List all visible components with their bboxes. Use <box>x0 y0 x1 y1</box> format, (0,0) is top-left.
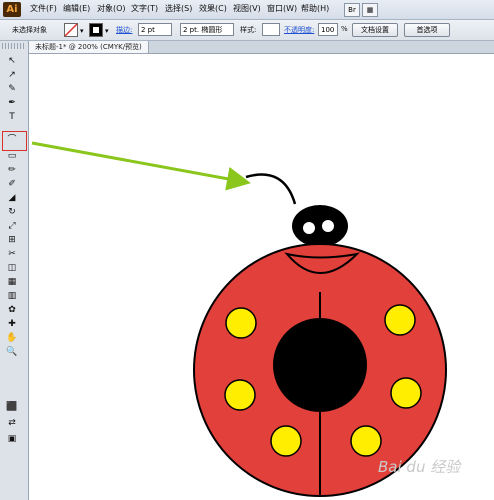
spot <box>224 379 256 411</box>
direct-selection-tool-icon[interactable]: ↗ <box>5 69 19 82</box>
pointer-arrow <box>31 141 251 191</box>
paintbrush-tool-icon[interactable]: ✏ <box>5 164 19 177</box>
menu-edit[interactable]: 编辑(E) <box>63 3 90 14</box>
brush-definition-dropdown[interactable]: 2 pt. 椭圆形 <box>180 23 234 36</box>
ladybug-head <box>292 205 348 247</box>
bridge-icon[interactable]: Br <box>344 3 360 17</box>
blend-tool-icon[interactable]: ✚ <box>5 318 19 331</box>
svg-text:▾: ▾ <box>80 27 84 35</box>
fill-swatch-icon[interactable]: ▾ <box>64 23 88 37</box>
spot <box>390 377 422 409</box>
opacity-unit: % <box>341 25 348 33</box>
screen-mode-icon[interactable]: ▣ <box>5 433 19 446</box>
menu-select[interactable]: 选择(S) <box>165 3 192 14</box>
document-tab-bar: 未标题-1* @ 200% (CMYK/预览) <box>29 41 494 54</box>
symbol-sprayer-tool-icon[interactable]: ✿ <box>5 304 19 317</box>
ladybug-illustration <box>31 141 447 497</box>
menu-object[interactable]: 对象(O) <box>97 3 126 14</box>
center-spot <box>273 318 367 412</box>
spot <box>350 425 382 457</box>
menu-bar: Ai 文件(F) 编辑(E) 对象(O) 文字(T) 选择(S) 效果(C) 视… <box>0 0 494 20</box>
pencil-tool-icon[interactable]: ✐ <box>5 178 19 191</box>
style-swatch[interactable] <box>262 23 280 36</box>
rotate-tool-icon[interactable]: ↻ <box>5 206 19 219</box>
document-setup-button[interactable]: 文档设置 <box>352 23 398 37</box>
column-graph-tool-icon[interactable]: ▦ <box>5 276 19 289</box>
zoom-tool-icon[interactable]: 🔍 <box>5 346 19 359</box>
eraser-tool-icon[interactable]: ◢ <box>5 192 19 205</box>
scissors-tool-icon[interactable]: ✂ <box>5 248 19 261</box>
right-eye <box>322 220 334 232</box>
fill-stroke-icon[interactable]: ⬛ <box>5 401 19 414</box>
stroke-swatch-icon[interactable]: ▾ <box>89 23 113 37</box>
swap-colors-icon[interactable]: ⇄ <box>5 417 19 430</box>
type-tool-icon[interactable]: T <box>5 111 19 124</box>
menu-type[interactable]: 文字(T) <box>131 3 158 14</box>
opacity-label[interactable]: 不透明度: <box>284 25 314 35</box>
spot <box>225 307 257 339</box>
opacity-field[interactable]: 100 <box>318 23 338 36</box>
arc-tool-highlight-box <box>2 131 27 151</box>
watermark: Bai du 经验 <box>378 458 461 476</box>
spot <box>270 425 302 457</box>
scale-tool-icon[interactable]: ⤢ <box>5 220 19 233</box>
menu-help[interactable]: 帮助(H) <box>301 3 329 14</box>
shape-builder-tool-icon[interactable]: ◫ <box>5 262 19 275</box>
stroke-label[interactable]: 描边: <box>116 25 132 35</box>
hand-tool-icon[interactable]: ✋ <box>5 332 19 345</box>
svg-text:▾: ▾ <box>105 27 109 35</box>
rectangle-tool-icon[interactable]: ▭ <box>5 150 19 163</box>
menu-effect[interactable]: 效果(C) <box>199 3 227 14</box>
gradient-tool-icon[interactable]: ▥ <box>5 290 19 303</box>
menu-file[interactable]: 文件(F) <box>30 3 57 14</box>
style-label: 样式: <box>240 26 257 34</box>
illustrator-logo: Ai <box>3 2 21 17</box>
preferences-button[interactable]: 首选项 <box>404 23 450 37</box>
stroke-weight-field[interactable]: 2 pt <box>138 23 172 36</box>
control-bar: 未选择对象 ▾ ▾ 描边: 2 pt 2 pt. 椭圆形 样式: 不透明度: 1… <box>0 20 494 41</box>
menu-view[interactable]: 视图(V) <box>233 3 261 14</box>
pen-tool-icon[interactable]: ✒ <box>5 97 19 110</box>
selection-status: 未选择对象 <box>12 26 47 34</box>
tools-panel: ↖ ↗ ✎ ✒ T ⌒ ▭ ✏ ✐ ◢ ↻ ⤢ ⊞ ✂ ◫ ▦ ▥ ✿ ✚ ✋ … <box>0 41 29 500</box>
document-tab[interactable]: 未标题-1* @ 200% (CMYK/预览) <box>29 41 149 53</box>
arrange-documents-icon[interactable]: ▦ <box>362 3 378 17</box>
antenna <box>245 173 297 205</box>
spot <box>384 304 416 336</box>
magic-wand-tool-icon[interactable]: ✎ <box>5 83 19 96</box>
panel-grip[interactable] <box>2 43 24 49</box>
selection-tool-icon[interactable]: ↖ <box>5 55 19 68</box>
left-eye <box>303 222 315 234</box>
free-transform-tool-icon[interactable]: ⊞ <box>5 234 19 247</box>
menu-window[interactable]: 窗口(W) <box>267 3 297 14</box>
artboard-canvas[interactable] <box>29 54 494 500</box>
